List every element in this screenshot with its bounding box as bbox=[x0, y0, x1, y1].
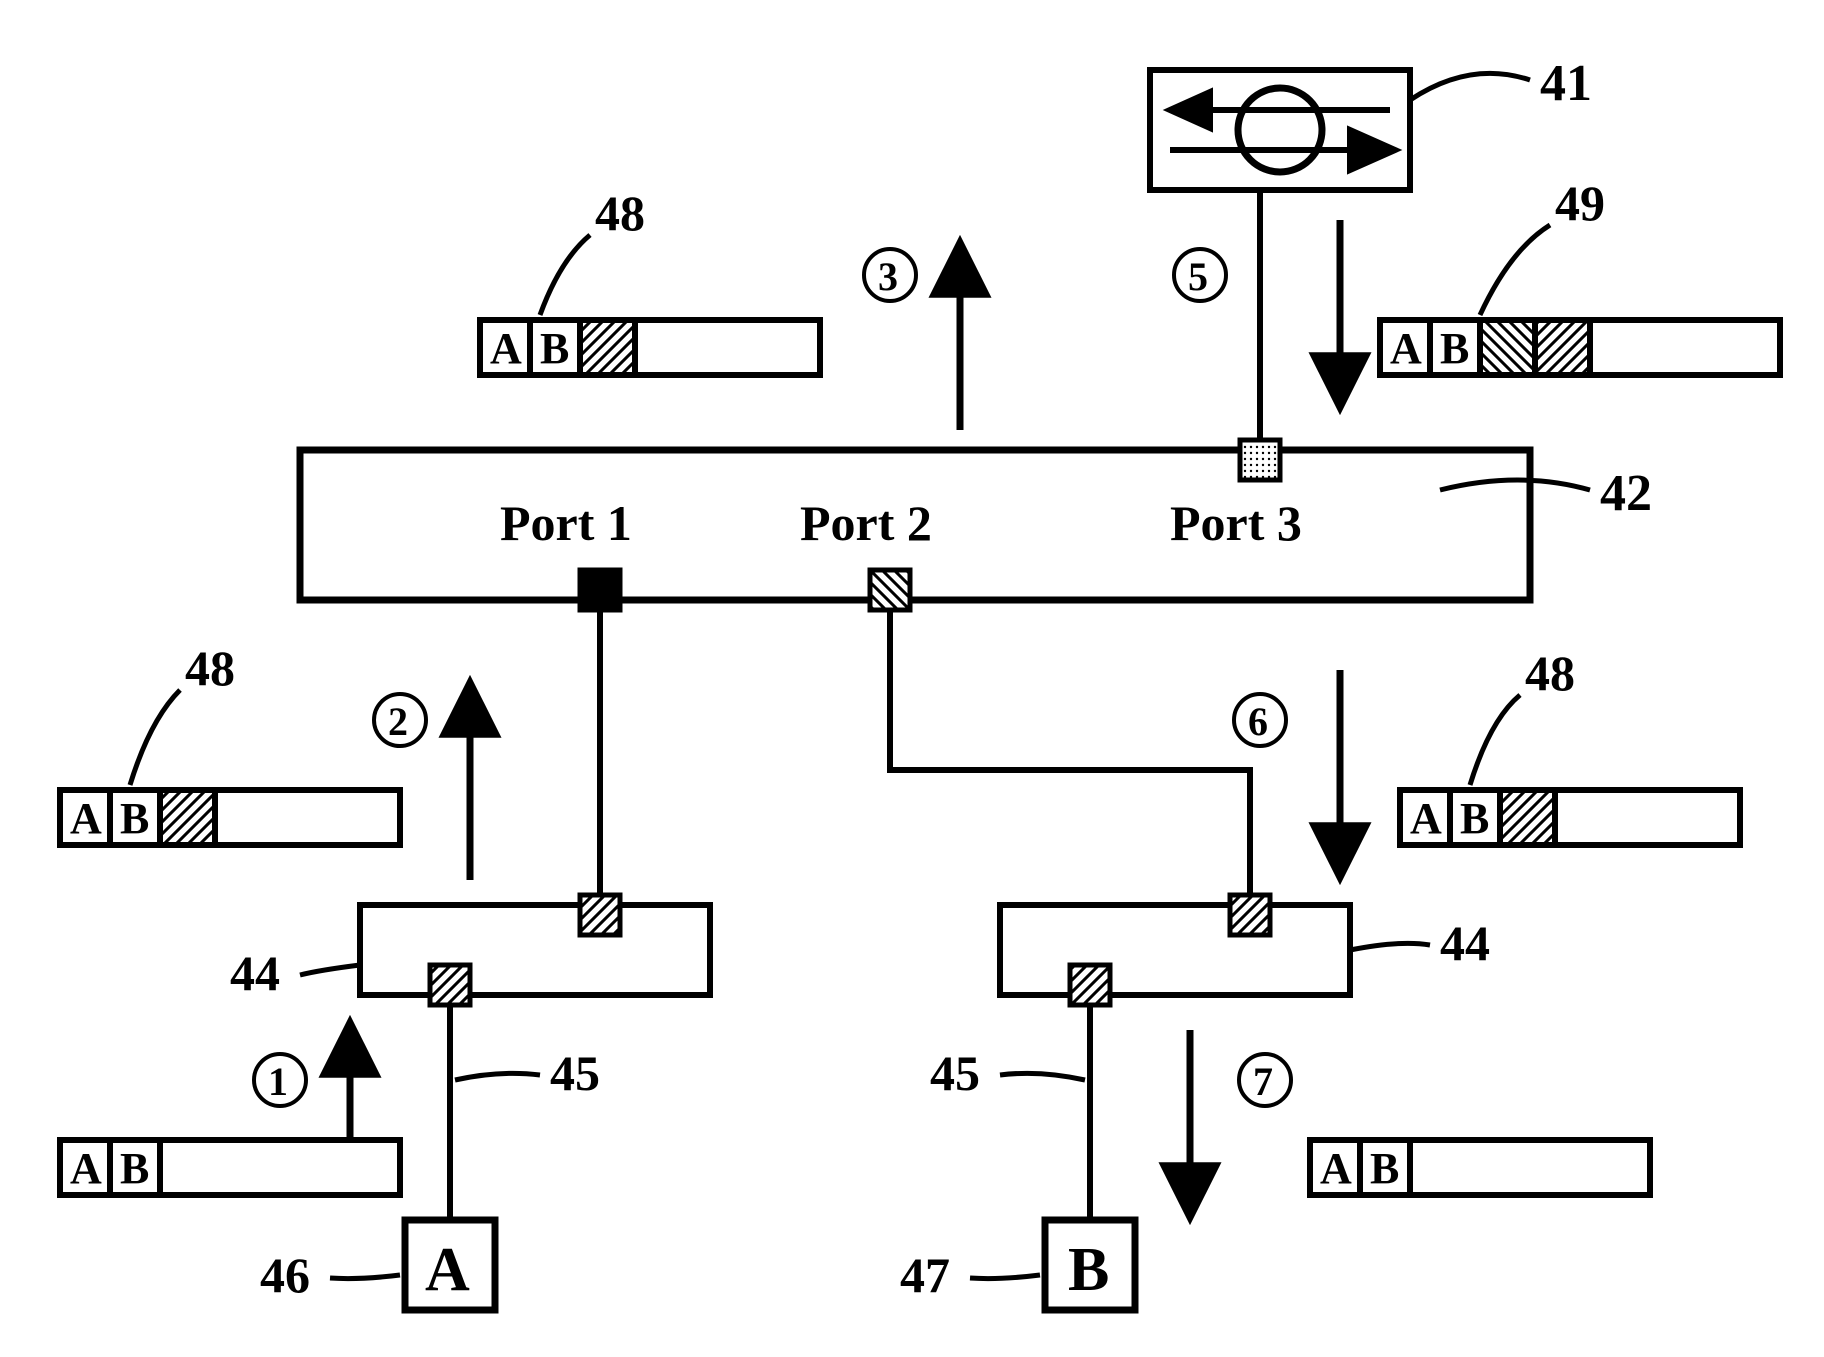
svg-text:7: 7 bbox=[1253, 1059, 1273, 1104]
router-node bbox=[1150, 70, 1410, 190]
ref-47: 47 bbox=[900, 1247, 950, 1303]
ref-47-leader: 47 bbox=[900, 1247, 1040, 1303]
ref-44-right: 44 bbox=[1440, 915, 1490, 971]
ref-49-leader: 49 bbox=[1480, 175, 1605, 315]
packet-step2: A B bbox=[60, 790, 400, 845]
host-a-label: A bbox=[425, 1236, 470, 1304]
svg-text:B: B bbox=[540, 324, 569, 373]
svg-text:B: B bbox=[120, 794, 149, 843]
ref-49: 49 bbox=[1555, 175, 1605, 231]
hub-right bbox=[1000, 895, 1350, 1005]
packet-step1: A B bbox=[60, 1140, 400, 1195]
port2-label: Port 2 bbox=[800, 495, 932, 551]
port3-label: Port 3 bbox=[1170, 495, 1302, 551]
link-port2-hub bbox=[890, 610, 1250, 905]
svg-text:2: 2 bbox=[388, 699, 408, 744]
ref-46: 46 bbox=[260, 1247, 310, 1303]
svg-text:A: A bbox=[1410, 794, 1442, 843]
ref-45-left-leader: 45 bbox=[455, 1045, 600, 1101]
ref-48-step6-leader: 48 bbox=[1470, 645, 1575, 785]
ref-45-right-leader: 45 bbox=[930, 1045, 1085, 1101]
ref-44-right-leader: 44 bbox=[1350, 915, 1490, 971]
ref-41: 41 bbox=[1540, 55, 1592, 112]
step-3: 3 bbox=[864, 249, 960, 430]
host-a: A bbox=[405, 1220, 495, 1310]
svg-text:5: 5 bbox=[1188, 254, 1208, 299]
svg-text:B: B bbox=[1440, 324, 1469, 373]
packet-step5: A B bbox=[1380, 320, 1780, 375]
svg-text:A: A bbox=[490, 324, 522, 373]
ref-41-leader: 41 bbox=[1410, 55, 1592, 112]
step-7: 7 bbox=[1190, 1030, 1291, 1200]
switch-node: Port 1 Port 2 Port 3 bbox=[300, 440, 1530, 610]
svg-text:B: B bbox=[1460, 794, 1489, 843]
packet-step3: A B bbox=[480, 320, 820, 375]
svg-text:1: 1 bbox=[268, 1059, 288, 1104]
ref-42: 42 bbox=[1600, 465, 1652, 522]
host-b: B bbox=[1045, 1220, 1135, 1310]
ref-45-left: 45 bbox=[550, 1045, 600, 1101]
host-b-label: B bbox=[1068, 1236, 1109, 1304]
port1-label: Port 1 bbox=[500, 495, 632, 551]
port2-square bbox=[870, 570, 910, 610]
ref-48-b: 48 bbox=[185, 640, 235, 696]
packet-step7: A B bbox=[1310, 1140, 1650, 1195]
svg-text:A: A bbox=[1320, 1144, 1352, 1193]
ref-46-leader: 46 bbox=[260, 1247, 400, 1303]
ref-48-step3-leader: 48 bbox=[540, 185, 645, 315]
hub-left bbox=[360, 895, 710, 1005]
svg-text:B: B bbox=[1370, 1144, 1399, 1193]
svg-text:A: A bbox=[70, 794, 102, 843]
packet-step6: A B bbox=[1400, 790, 1740, 845]
svg-text:A: A bbox=[70, 1144, 102, 1193]
svg-text:B: B bbox=[120, 1144, 149, 1193]
ref-48-a: 48 bbox=[595, 185, 645, 241]
ref-48-c: 48 bbox=[1525, 645, 1575, 701]
svg-text:3: 3 bbox=[878, 254, 898, 299]
ref-44-left: 44 bbox=[230, 945, 280, 1001]
ref-45-right: 45 bbox=[930, 1045, 980, 1101]
svg-text:A: A bbox=[1390, 324, 1422, 373]
svg-text:6: 6 bbox=[1248, 699, 1268, 744]
port3-square bbox=[1240, 440, 1280, 480]
ref-44-left-leader: 44 bbox=[230, 945, 360, 1001]
ref-48-step2-leader: 48 bbox=[130, 640, 235, 785]
port1-square bbox=[580, 570, 620, 610]
